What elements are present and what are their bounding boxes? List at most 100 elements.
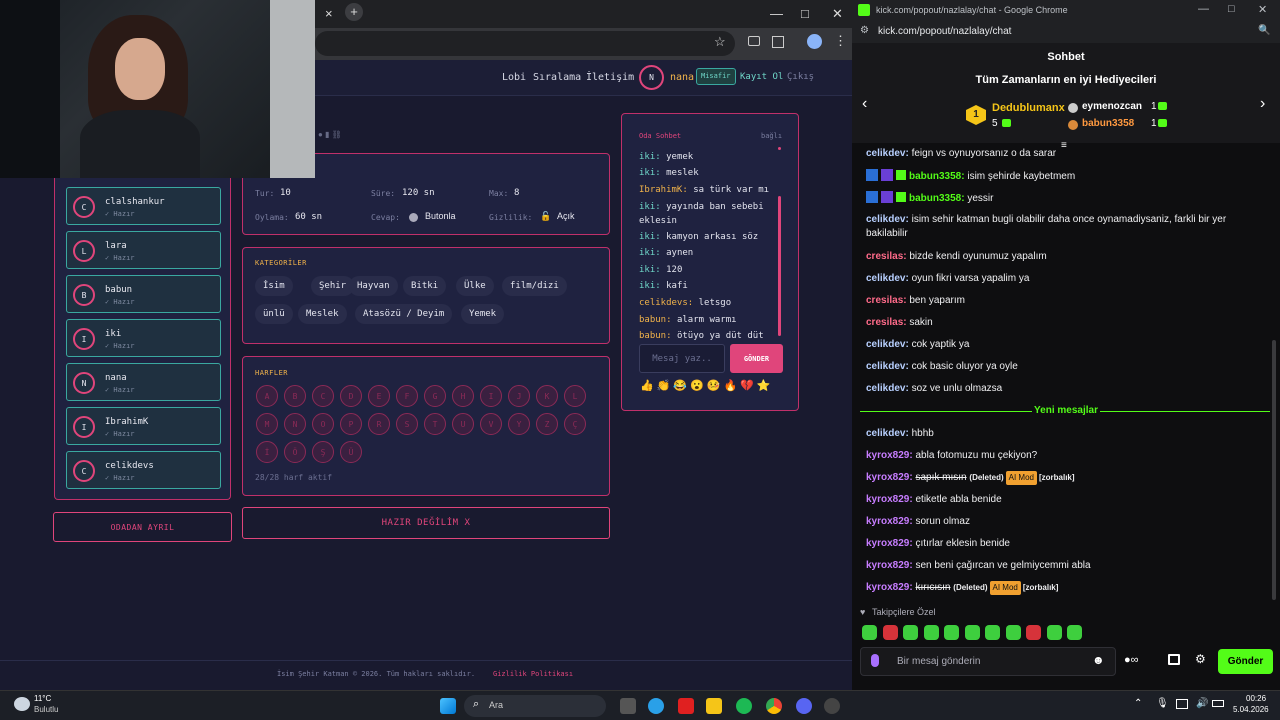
settings-gear-icon[interactable]: ⚙ <box>1195 652 1206 666</box>
category-chip[interactable]: Atasözü / Deyim <box>355 304 453 324</box>
category-chip[interactable]: Yemek <box>461 304 505 324</box>
letter-button[interactable]: S <box>396 413 418 435</box>
profile-icon[interactable] <box>807 34 822 49</box>
letter-button[interactable]: M <box>256 413 278 435</box>
chat-scrollbar[interactable] <box>1272 340 1276 600</box>
player-card[interactable]: Iiki ✓ Hazır <box>66 319 221 357</box>
mic-tray-icon[interactable]: 🎙 <box>1156 698 1169 709</box>
chat-username[interactable]: kyrox829: <box>866 516 913 527</box>
task-view-icon[interactable] <box>620 698 636 714</box>
chat-username[interactable]: celikdev: <box>866 214 909 225</box>
gifter-3-name[interactable]: babun3358 <box>1082 118 1134 129</box>
gifters-next-icon[interactable]: › <box>1260 95 1265 113</box>
chat-username[interactable]: celikdev: <box>866 361 909 372</box>
chat-username[interactable]: kyrox829: <box>866 494 913 505</box>
footer-privacy-link[interactable]: Gizlilik Politikası <box>493 670 573 678</box>
emote-icon[interactable] <box>1026 625 1041 640</box>
gifter-2-name[interactable]: eymenozcan <box>1082 101 1142 112</box>
room-chat-send-button[interactable]: GÖNDER <box>730 344 783 373</box>
letter-button[interactable]: B <box>284 385 306 407</box>
nav-register[interactable]: Kayıt Ol <box>740 72 783 82</box>
emote-icon[interactable] <box>903 625 918 640</box>
nav-logout[interactable]: Çıkış <box>787 72 814 82</box>
letter-button[interactable]: H <box>452 385 474 407</box>
nav-contact[interactable]: İletişim <box>586 72 634 83</box>
emote-icon[interactable] <box>1046 625 1062 640</box>
player-card[interactable]: Nnana ✓ Hazır <box>66 363 221 401</box>
letter-button[interactable]: U <box>452 413 474 435</box>
gifters-prev-icon[interactable]: ‹ <box>862 95 867 113</box>
bookmark-star-icon[interactable]: ☆ <box>714 34 726 50</box>
chat-close-button[interactable]: ✕ <box>1258 3 1267 16</box>
emoji-picker-row[interactable]: 👍👏😂😮🤒🔥💔⭐ <box>640 379 774 392</box>
letter-button[interactable]: F <box>396 385 418 407</box>
letter-button[interactable]: N <box>284 413 306 435</box>
user-avatar[interactable]: N <box>639 65 664 90</box>
letter-button[interactable]: A <box>256 385 278 407</box>
emote-icon[interactable] <box>1067 625 1082 640</box>
room-chat-scrollbar[interactable] <box>778 196 781 336</box>
zoom-icon[interactable]: 🔍 <box>1258 25 1270 36</box>
chat-username[interactable]: kyrox829: <box>866 560 913 571</box>
maximize-button[interactable]: □ <box>801 6 809 21</box>
weather-temp[interactable]: 11°C <box>34 694 51 703</box>
volume-icon[interactable]: 🔊 <box>1196 698 1208 709</box>
letter-button[interactable]: P <box>340 413 362 435</box>
category-chip[interactable]: film/dizi <box>502 276 567 296</box>
leave-room-button[interactable]: ODADAN AYRIL <box>53 512 232 542</box>
tab-close-button[interactable]: × <box>325 6 333 21</box>
discord-icon[interactable] <box>796 698 812 714</box>
clock-date[interactable]: 5.04.2026 <box>1233 705 1269 714</box>
chat-username[interactable]: celikdev: <box>866 339 909 350</box>
emoji-icon[interactable]: ☻ <box>1092 653 1105 667</box>
room-chat-input[interactable]: Mesaj yaz.. <box>639 344 725 373</box>
edge-icon[interactable] <box>648 698 664 714</box>
letter-button[interactable]: G <box>424 385 446 407</box>
letter-button[interactable]: Ç <box>564 413 586 435</box>
emote-icon[interactable] <box>923 625 939 640</box>
chrome-icon[interactable] <box>766 698 782 714</box>
letter-button[interactable]: J <box>508 385 530 407</box>
chat-username[interactable]: celikdev: <box>866 383 909 394</box>
site-info-icon[interactable]: ⚙ <box>860 25 869 36</box>
letter-button[interactable]: T <box>424 413 446 435</box>
chat-minimize-button[interactable]: — <box>1198 3 1209 15</box>
letter-button[interactable]: I <box>480 385 502 407</box>
player-card[interactable]: Ccelikdevs ✓ Hazır <box>66 451 221 489</box>
translate-icon[interactable] <box>748 36 760 46</box>
store-icon[interactable] <box>1168 654 1180 665</box>
gifter-1-name[interactable]: Dedublumanx <box>992 102 1065 114</box>
category-chip[interactable]: ünlü <box>255 304 293 324</box>
emote-icon[interactable] <box>944 625 959 640</box>
letter-button[interactable]: Ö <box>284 441 306 463</box>
letter-button[interactable]: L <box>564 385 586 407</box>
letter-button[interactable]: R <box>368 413 390 435</box>
taskbar-search[interactable]: ⌕ Ara <box>464 695 606 717</box>
letter-button[interactable]: E <box>368 385 390 407</box>
chat-username[interactable]: celikdev: <box>866 428 909 439</box>
mic-icon[interactable] <box>871 654 879 667</box>
extensions-icon[interactable] <box>772 36 784 48</box>
chat-username[interactable]: celikdev: <box>866 273 909 284</box>
kick-link-icon[interactable]: ●∞ <box>1124 654 1139 666</box>
emote-icon[interactable] <box>882 625 898 640</box>
chat-username[interactable]: babun3358: <box>909 171 965 182</box>
nav-ranking[interactable]: Sıralama <box>533 72 581 83</box>
chat-username[interactable]: cresilas: <box>866 317 907 328</box>
nav-lobby[interactable]: Lobi <box>502 72 526 83</box>
chat-username[interactable]: celikdev: <box>866 148 909 159</box>
app-icon[interactable] <box>824 698 840 714</box>
emote-icon[interactable] <box>1005 625 1021 640</box>
letter-button[interactable]: C <box>312 385 334 407</box>
category-chip[interactable]: Meslek <box>298 304 347 324</box>
pinned-app-icon[interactable] <box>678 698 694 714</box>
close-window-button[interactable]: ✕ <box>832 6 843 22</box>
chat-username[interactable]: kyrox829: <box>866 472 913 483</box>
menu-kebab-icon[interactable]: ⋮ <box>834 33 847 49</box>
letter-button[interactable]: V <box>480 413 502 435</box>
category-chip[interactable]: İsim <box>255 276 293 296</box>
player-card[interactable]: Llara ✓ Hazır <box>66 231 221 269</box>
omnibox[interactable] <box>315 31 735 56</box>
chat-maximize-button[interactable]: □ <box>1228 3 1235 15</box>
file-explorer-icon[interactable] <box>706 698 722 714</box>
